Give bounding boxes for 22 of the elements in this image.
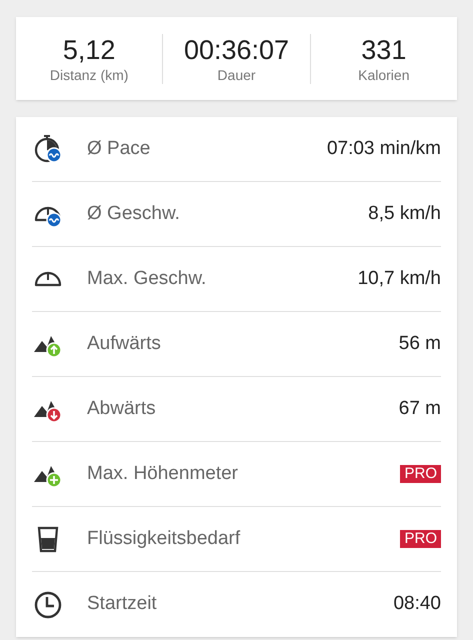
stat-label: Ø Pace [87,136,152,161]
stat-label: Aufwärts [87,332,162,356]
stat-value: 56 m [398,332,441,356]
stat-label: Startzeit [87,592,158,616]
stat-label: Max. Höhenmeter [87,462,240,486]
stat-label: Ø Geschw. [87,202,181,226]
stat-value: 07:03 min/km [326,136,441,161]
summary-value: 5,12 [62,34,116,66]
stat-label: Abwärts [87,396,157,421]
stat-value: 08:40 [393,592,441,616]
summary-value: 00:36:07 [184,34,290,66]
summary-label: Kalorien [358,66,410,84]
summary-value: 331 [361,34,406,66]
stat-label: Flüssigkeitsbedarf [87,526,242,551]
stat-value: 8,5 km/h [368,202,441,226]
stat-label: Max. Geschw. [87,266,208,291]
pro-badge: PRO [400,465,441,483]
pro-badge: PRO [400,530,441,548]
stat-value: 67 m [398,396,441,421]
stat-value: 10,7 km/h [358,266,441,291]
summary-label: Dauer [217,66,256,84]
summary-label: Distanz (km) [50,66,128,84]
